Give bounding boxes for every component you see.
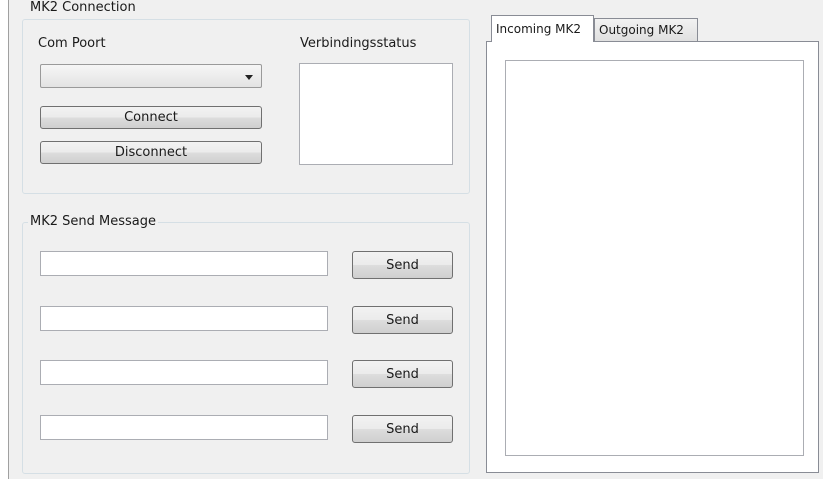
send-message-group-title: MK2 Send Message (28, 214, 158, 229)
com-port-label: Com Poort (38, 36, 106, 51)
send-button-3[interactable]: Send (352, 360, 453, 388)
connection-group-title: MK2 Connection (28, 0, 138, 15)
com-port-select[interactable] (40, 64, 262, 88)
send-button-4[interactable]: Send (352, 415, 453, 443)
message-input-3[interactable] (40, 360, 328, 385)
message-input-1[interactable] (40, 251, 328, 276)
disconnect-button[interactable]: Disconnect (40, 141, 262, 164)
send-button-2[interactable]: Send (352, 306, 453, 334)
tab-panel (486, 41, 819, 473)
incoming-log-textarea[interactable] (505, 60, 804, 456)
tab-outgoing-mk2[interactable]: Outgoing MK2 (594, 18, 698, 41)
message-input-2[interactable] (40, 306, 328, 331)
connect-button[interactable]: Connect (40, 106, 262, 129)
app-window: MK2 Connection Com Poort Connect Disconn… (8, 0, 823, 479)
connection-status-label: Verbindingsstatus (300, 36, 417, 51)
connection-status-box (299, 63, 453, 165)
chevron-down-icon (245, 75, 253, 80)
message-input-4[interactable] (40, 415, 328, 440)
send-button-1[interactable]: Send (352, 251, 453, 279)
tab-incoming-mk2[interactable]: Incoming MK2 (491, 15, 594, 42)
